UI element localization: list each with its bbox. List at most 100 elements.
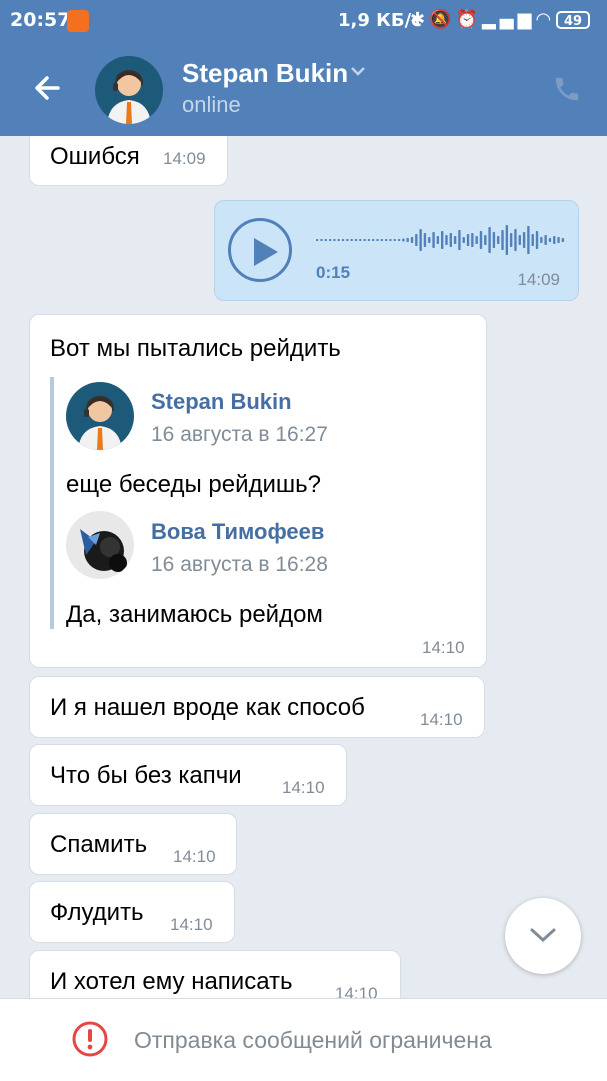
status-time: 20:57 [10, 9, 71, 31]
waveform-bar [445, 235, 448, 245]
notification-icon [67, 10, 89, 32]
message-bubble[interactable]: Что бы без капчи 14:10 [29, 744, 347, 806]
mute-icon: 🔕 [429, 9, 456, 30]
waveform-bar [441, 231, 444, 249]
avatar[interactable] [66, 382, 134, 450]
scroll-down-button[interactable] [505, 898, 581, 974]
waveform-bar [393, 239, 396, 241]
battery-indicator: 49 [556, 11, 590, 29]
wifi-icon: ◠ [535, 9, 556, 30]
message-time: 14:09 [517, 270, 560, 289]
alarm-icon: ⏰ [455, 9, 482, 30]
waveform-bar [333, 239, 336, 241]
message-time: 14:10 [282, 778, 325, 797]
waveform-bar [363, 239, 366, 241]
restriction-bar: Отправка сообщений ограничена [0, 998, 607, 1081]
waveform-bar [324, 239, 327, 241]
waveform-bar [406, 238, 409, 242]
forward-date: 16 августа в 16:27 [151, 423, 328, 446]
contact-name-text: Stepan Bukin [182, 58, 349, 88]
message-bubble[interactable]: Ошибся 14:09 [29, 136, 228, 186]
message-text: Вот мы пытались рейдить [50, 335, 341, 362]
message-list[interactable]: Ошибся 14:09 0:15 14:09 Вот мы пытались … [0, 136, 607, 998]
forward-author[interactable]: Вова Тимофеев [151, 519, 324, 545]
waveform-bar [428, 237, 431, 243]
waveform-bar [328, 239, 332, 241]
waveform-bar [367, 239, 371, 241]
waveform-bar [337, 239, 340, 241]
waveform-bar [354, 239, 358, 241]
message-text: Ошибся [50, 143, 140, 170]
waveform-bar [359, 239, 362, 241]
restriction-message: Отправка сообщений ограничена [134, 1027, 492, 1053]
waveform-bar [518, 235, 521, 245]
waveform-bar [535, 231, 539, 249]
waveform-bar [548, 238, 552, 242]
waveform[interactable] [316, 220, 566, 260]
waveform-bar [522, 232, 526, 248]
avatar[interactable] [66, 511, 134, 579]
back-arrow-icon[interactable] [28, 68, 68, 108]
status-icons: ✱🔕⏰▂▄▆◠ [410, 9, 555, 30]
waveform-bar [471, 233, 474, 247]
waveform-bar [341, 239, 345, 241]
forward-author[interactable]: Stepan Bukin [151, 389, 292, 415]
waveform-bar [509, 233, 513, 247]
waveform-bar [380, 239, 384, 241]
message-bubble[interactable]: Флудить 14:10 [29, 881, 235, 943]
waveform-bar [561, 238, 565, 242]
message-time: 14:10 [420, 710, 463, 729]
signal-icon: ▂▄▆ [481, 9, 536, 30]
waveform-bar [453, 236, 457, 244]
waveform-bar [346, 239, 349, 241]
waveform-bar [458, 230, 461, 250]
waveform-bar [527, 226, 530, 254]
waveform-bar [432, 232, 435, 248]
forward-bar [50, 377, 54, 629]
message-text: Что бы без капчи [50, 762, 242, 789]
contact-name[interactable]: Stepan Bukin [182, 58, 365, 89]
forward-date: 16 августа в 16:28 [151, 553, 328, 576]
waveform-bar [462, 237, 465, 243]
waveform-bar [415, 234, 418, 246]
contact-avatar[interactable] [95, 56, 163, 124]
message-bubble[interactable]: И я нашел вроде как способ 14:10 [29, 676, 485, 738]
waveform-bar [484, 235, 487, 245]
message-text: Спамить [50, 831, 148, 858]
waveform-bar [320, 239, 323, 241]
voice-duration: 0:15 [316, 263, 351, 282]
waveform-bar [505, 225, 509, 255]
contact-status: online [182, 92, 241, 117]
status-bar: 20:57 1,9 КБ/с ✱🔕⏰▂▄▆◠ 49 [0, 0, 607, 42]
waveform-bar [384, 239, 388, 241]
phone-icon[interactable] [552, 74, 582, 104]
waveform-bar [540, 237, 543, 243]
voice-message[interactable]: 0:15 14:09 [214, 200, 579, 301]
waveform-bar [557, 237, 560, 243]
play-button[interactable] [228, 218, 292, 282]
message-time: 14:10 [335, 984, 378, 998]
waveform-bar [466, 234, 470, 246]
message-bubble[interactable]: И хотел ему написать 14:10 [29, 950, 401, 998]
waveform-bar [531, 234, 534, 246]
forward-text: еще беседы рейдишь? [66, 471, 322, 498]
waveform-bar [497, 236, 500, 244]
message-time: 14:10 [173, 847, 216, 866]
waveform-bar [514, 229, 517, 251]
waveform-bar [316, 239, 319, 241]
message-bubble[interactable]: Спамить 14:10 [29, 813, 237, 875]
waveform-bar [553, 236, 556, 244]
message-text: И я нашел вроде как способ [50, 694, 365, 721]
waveform-bar [492, 232, 496, 248]
forwarded-message-bubble[interactable]: Вот мы пытались рейдить Stepan Bukin 16 … [29, 314, 487, 668]
message-text: И хотел ему написать [50, 968, 293, 995]
message-time: 14:09 [163, 149, 206, 168]
waveform-bar [402, 238, 405, 242]
chat-header: Stepan Bukin online [0, 42, 607, 136]
waveform-bar [397, 239, 401, 241]
waveform-bar [488, 227, 491, 253]
bluetooth-icon: ✱ [410, 9, 430, 30]
waveform-bar [436, 236, 440, 244]
chevron-down-icon [530, 928, 556, 943]
waveform-bar [389, 239, 392, 241]
